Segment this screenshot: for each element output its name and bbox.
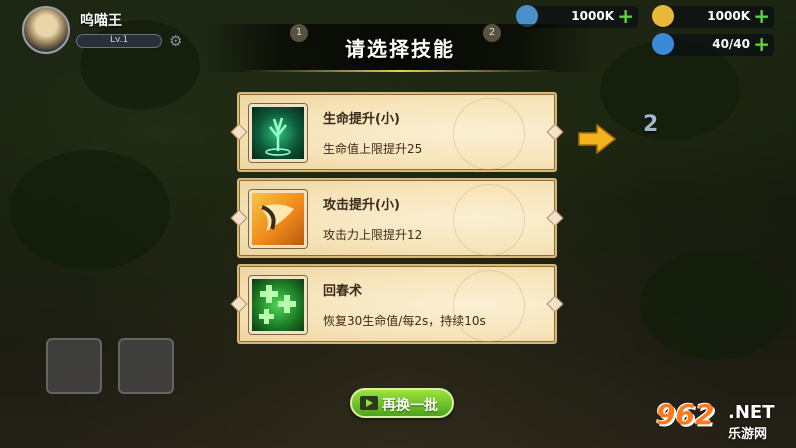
refresh-label: 再换一批 <box>382 398 438 414</box>
resource-value: 40/40 <box>712 37 750 51</box>
watermark-number: 962 <box>656 398 715 431</box>
resource-coin: 1000K + <box>652 5 774 28</box>
watermark-site: 乐游网 <box>728 427 768 442</box>
skill-slot[interactable] <box>118 338 174 394</box>
skill-name: 回春术 <box>323 284 363 299</box>
player-avatar[interactable] <box>22 6 70 54</box>
skill-name: 生命提升(小) <box>323 112 400 127</box>
player-name: 呜喵王 <box>80 13 122 29</box>
refresh-button[interactable]: 再换一批 <box>350 388 454 418</box>
skill-card[interactable]: 回春术 恢复30生命值/每2s，持续10s <box>230 264 564 344</box>
add-stamina-button[interactable]: + <box>753 33 770 55</box>
watermark-logo: 962 .NET 乐游网 <box>656 398 792 444</box>
resource-value: 1000K <box>571 9 614 23</box>
player-level: Lv.1 <box>110 35 129 45</box>
resource-value: 1000K <box>707 9 750 23</box>
skill-slot[interactable] <box>46 338 102 394</box>
video-play-icon <box>360 396 378 410</box>
skill-name: 攻击提升(小) <box>323 198 400 213</box>
arrow-right-icon[interactable] <box>577 123 617 155</box>
stamina-icon <box>652 33 674 55</box>
sword-slash-icon <box>249 190 307 248</box>
coin-icon <box>652 5 674 27</box>
heal-cross-icon <box>249 276 307 334</box>
title-banner: 请选择技能 <box>200 24 600 72</box>
page-indicator: 2 <box>643 112 659 137</box>
dialog-title: 请选择技能 <box>345 37 455 61</box>
add-coin-button[interactable]: + <box>753 5 770 27</box>
gear-icon[interactable]: ⚙ <box>169 33 185 49</box>
watermark-suffix: .NET <box>728 402 775 423</box>
skill-desc: 攻击力上限提升12 <box>323 228 423 242</box>
add-energy-button[interactable]: + <box>617 5 634 27</box>
tab-2[interactable]: 2 <box>483 24 501 42</box>
tree-icon <box>249 104 307 162</box>
skill-desc: 生命值上限提升25 <box>323 142 423 156</box>
resource-stamina: 40/40 + <box>652 33 774 56</box>
skill-card[interactable]: 攻击提升(小) 攻击力上限提升12 <box>230 178 564 258</box>
skill-desc: 恢复30生命值/每2s，持续10s <box>323 314 486 328</box>
tab-1[interactable]: 1 <box>290 24 308 42</box>
skill-card[interactable]: 生命提升(小) 生命值上限提升25 <box>230 92 564 172</box>
